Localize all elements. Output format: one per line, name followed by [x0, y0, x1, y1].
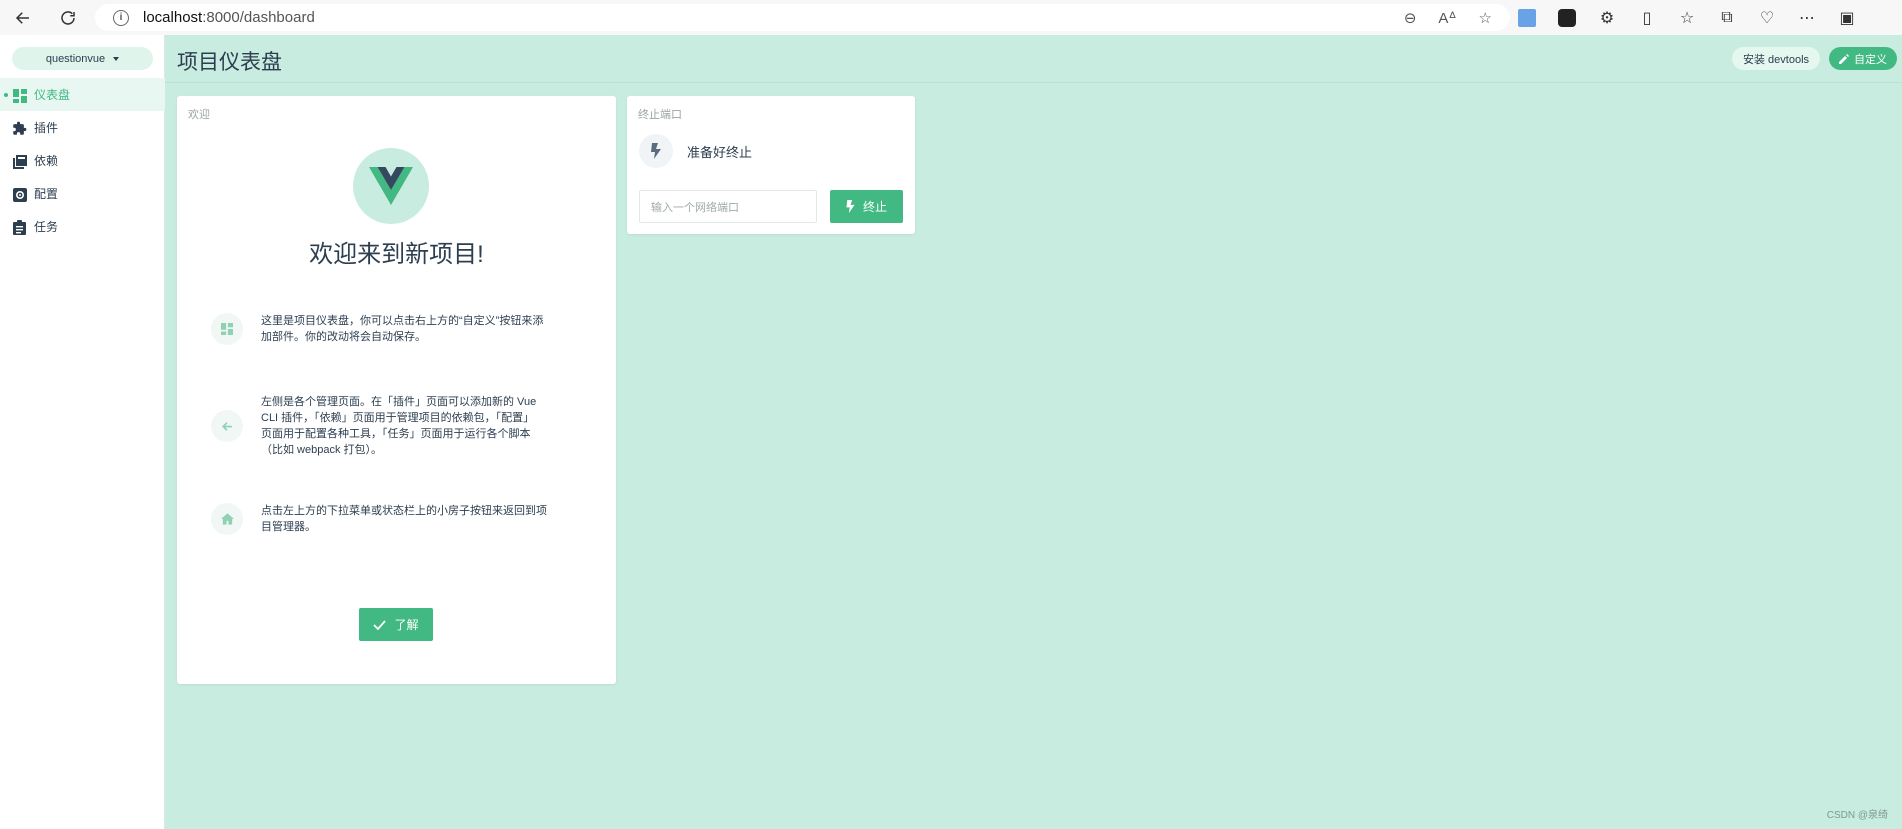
active-indicator: [4, 93, 8, 97]
tip-dashboard: 这里是项目仪表盘，你可以点击右上方的“自定义”按钮来添 加部件。你的改动将会自动…: [211, 313, 591, 345]
tip-text: 这里是项目仪表盘，你可以点击右上方的“自定义”按钮来添 加部件。你的改动将会自动…: [261, 313, 543, 345]
kill-port-widget: 终止端口 准备好终止 输入一个网络端口 终止: [627, 96, 915, 234]
sidebar-item-label: 依赖: [34, 154, 59, 168]
main-content: 项目仪表盘 安装 devtools 自定义 欢迎 欢迎来到新项目! 这里是项目仪…: [165, 35, 1902, 829]
customize-button[interactable]: 自定义: [1829, 47, 1897, 70]
arrow-left-icon: [211, 410, 243, 442]
tip-home: 点击左上方的下拉菜单或状态栏上的小房子按钮来返回到项 目管理器。: [211, 503, 591, 535]
favorites-icon[interactable]: ☆: [1678, 9, 1696, 27]
kill-status-text: 准备好终止: [687, 144, 753, 160]
page-header: 项目仪表盘 安装 devtools 自定义: [165, 35, 1902, 83]
extension-icon[interactable]: [1558, 8, 1576, 27]
url-host: localhost: [143, 9, 203, 26]
settings-box-icon: [12, 187, 27, 202]
sidebar-item-plugins[interactable]: 插件: [0, 111, 165, 144]
sidebar-item-dashboard[interactable]: 仪表盘: [0, 78, 165, 111]
dashboard-icon: [211, 313, 243, 345]
sidebar-item-label: 配置: [34, 187, 59, 201]
puzzle-icon: [12, 121, 27, 136]
got-it-button[interactable]: 了解: [359, 608, 433, 641]
more-options-icon[interactable]: ⋯: [1798, 9, 1816, 27]
page-title: 项目仪表盘: [177, 51, 282, 74]
flash-icon: [846, 200, 855, 213]
back-button[interactable]: [3, 0, 43, 35]
vue-logo-icon: [353, 148, 429, 224]
flash-icon: [639, 134, 673, 168]
tip-line: 页面用于配置各种工具，「任务」页面用于运行各个脚本: [261, 428, 531, 440]
read-aloud-icon[interactable]: Aᐞ: [1438, 9, 1456, 27]
kill-port-card-title: 终止端口: [638, 109, 682, 121]
collections-icon[interactable]: ⧉: [1718, 9, 1736, 27]
port-input-placeholder: 输入一个网络端口: [651, 201, 739, 214]
side-nav: 仪表盘 插件 依赖 配置 任务: [0, 78, 165, 243]
welcome-card-title: 欢迎: [188, 109, 210, 121]
sidebar-item-label: 仪表盘: [34, 88, 71, 102]
welcome-heading: 欢迎来到新项目!: [309, 241, 484, 268]
sidebar-item-tasks[interactable]: 任务: [0, 210, 165, 243]
install-devtools-button[interactable]: 安装 devtools: [1732, 47, 1821, 70]
welcome-widget: 欢迎 欢迎来到新项目! 这里是项目仪表盘，你可以点击右上方的“自定义”按钮来添 …: [177, 96, 616, 684]
health-icon[interactable]: ♡: [1758, 9, 1776, 27]
sidebar-item-label: 插件: [34, 121, 59, 135]
sidebar-toggle-icon[interactable]: ▣: [1838, 9, 1856, 27]
info-icon[interactable]: i: [113, 9, 129, 26]
sidebar-item-configuration[interactable]: 配置: [0, 177, 165, 210]
tip-text: 左侧是各个管理页面。在「插件」页面可以添加新的 Vue CLI 插件，「依赖」页…: [261, 394, 536, 458]
address-bar[interactable]: i localhost:8000/dashboard ⊖ Aᐞ ☆: [95, 4, 1510, 31]
split-screen-icon[interactable]: ▯: [1638, 9, 1656, 27]
sidebar-item-dependencies[interactable]: 依赖: [0, 144, 165, 177]
sidebar: questionvue 仪表盘 插件 依赖 配置 任务: [0, 35, 165, 829]
sidebar-item-label: 任务: [34, 220, 59, 234]
url-path: :8000/dashboard: [202, 9, 315, 26]
arrow-left-icon: [15, 11, 29, 24]
tip-line: CLI 插件，「依赖」页面用于管理项目的依赖包，「配置」: [261, 412, 535, 424]
tip-line: 加部件。你的改动将会自动保存。: [261, 331, 426, 343]
kill-button[interactable]: 终止: [830, 190, 903, 223]
port-input[interactable]: 输入一个网络端口: [639, 190, 817, 223]
refresh-icon: [61, 10, 75, 25]
tip-text: 点击左上方的下拉菜单或状态栏上的小房子按钮来返回到项 目管理器。: [261, 503, 547, 535]
zoom-out-icon[interactable]: ⊖: [1404, 9, 1417, 27]
puzzle-extensions-icon[interactable]: ⚙: [1598, 9, 1616, 27]
favorite-star-icon[interactable]: ☆: [1479, 9, 1492, 27]
refresh-button[interactable]: [48, 0, 88, 35]
vue-ui-app: questionvue 仪表盘 插件 依赖 配置 任务 项目仪表盘 安装 dev…: [0, 35, 1902, 829]
customize-label: 自定义: [1854, 53, 1887, 66]
image-extension-icon[interactable]: [1518, 8, 1536, 27]
check-icon: [373, 619, 387, 630]
project-dropdown[interactable]: questionvue: [12, 47, 153, 70]
library-icon: [12, 154, 27, 169]
tip-line: 点击左上方的下拉菜单或状态栏上的小房子按钮来返回到项: [261, 505, 547, 517]
clipboard-icon: [12, 220, 27, 235]
tip-sidebar: 左侧是各个管理页面。在「插件」页面可以添加新的 Vue CLI 插件，「依赖」页…: [211, 394, 591, 458]
project-name: questionvue: [45, 52, 106, 65]
caret-down-icon: [113, 56, 120, 61]
kill-status: 准备好终止: [639, 134, 752, 168]
tip-line: 左侧是各个管理页面。在「插件」页面可以添加新的 Vue: [261, 396, 537, 408]
got-it-label: 了解: [394, 618, 419, 632]
pencil-icon: [1839, 53, 1849, 64]
browser-toolbar: i localhost:8000/dashboard ⊖ Aᐞ ☆ ⚙ ▯ ☆ …: [0, 0, 1902, 35]
tip-line: 这里是项目仪表盘，你可以点击右上方的“自定义”按钮来添: [261, 315, 544, 327]
tip-line: （比如 webpack 打包）。: [261, 444, 383, 456]
kill-button-label: 终止: [862, 200, 887, 214]
dashboard-icon: [12, 88, 27, 103]
home-icon: [211, 503, 243, 535]
tip-line: 目管理器。: [261, 521, 316, 533]
watermark: CSDN @泉绮: [1826, 810, 1888, 821]
